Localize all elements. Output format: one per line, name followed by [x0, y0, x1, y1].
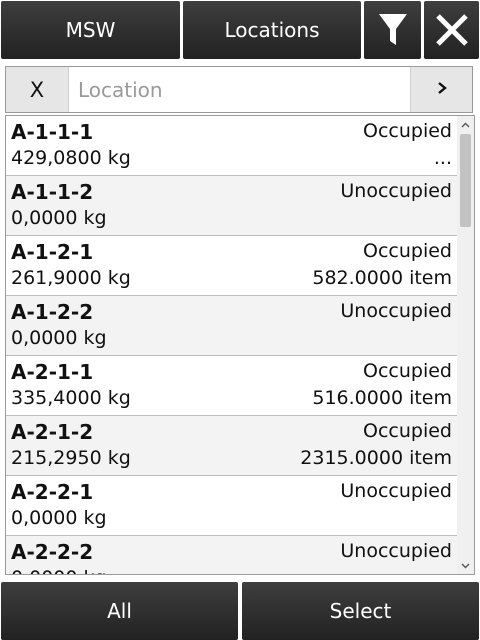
- scroll-down-icon[interactable]: [457, 557, 474, 574]
- location-weight: 0,0000 kg: [11, 327, 107, 349]
- list-scrollbar[interactable]: [457, 116, 474, 574]
- location-row[interactable]: A-1-2-2 Unoccupied 0,0000 kg: [6, 296, 457, 356]
- clear-search-button[interactable]: X: [6, 67, 69, 112]
- location-weight: 261,9000 kg: [11, 267, 131, 289]
- location-list[interactable]: A-1-1-1 Occupied 429,0800 kg ... A-1-1-2…: [5, 115, 475, 575]
- location-name: A-2-1-2: [11, 420, 94, 444]
- location-search-input[interactable]: [70, 67, 410, 112]
- location-quantity: 516.0000 item: [312, 387, 452, 409]
- location-name: A-2-2-2: [11, 540, 94, 564]
- location-row[interactable]: A-1-1-1 Occupied 429,0800 kg ...: [6, 116, 457, 176]
- location-name: A-2-2-1: [11, 480, 94, 504]
- warehouse-button[interactable]: MSW: [1, 1, 180, 59]
- location-status: Occupied: [363, 360, 452, 382]
- location-search-bar: X: [5, 66, 473, 113]
- location-status: Unoccupied: [340, 300, 452, 322]
- location-status: Occupied: [363, 120, 452, 142]
- location-row[interactable]: A-2-1-1 Occupied 335,4000 kg 516.0000 it…: [6, 356, 457, 416]
- all-button-label: All: [107, 599, 132, 623]
- location-name: A-1-1-1: [11, 120, 94, 144]
- locations-button-label: Locations: [224, 18, 320, 42]
- location-quantity: 2315.0000 item: [300, 447, 452, 469]
- scroll-up-icon[interactable]: [457, 116, 474, 133]
- top-toolbar: MSW Locations: [0, 0, 480, 60]
- location-name: A-2-1-1: [11, 360, 94, 384]
- scroll-thumb[interactable]: [460, 134, 471, 227]
- search-go-button[interactable]: [410, 67, 472, 112]
- all-button[interactable]: All: [1, 582, 238, 640]
- location-status: Occupied: [363, 420, 452, 442]
- location-row[interactable]: A-2-2-1 Unoccupied 0,0000 kg: [6, 476, 457, 536]
- location-weight: 0,0000 kg: [11, 207, 107, 229]
- warehouse-button-label: MSW: [65, 18, 116, 42]
- location-row[interactable]: A-1-2-1 Occupied 261,9000 kg 582.0000 it…: [6, 236, 457, 296]
- location-status: Unoccupied: [340, 180, 452, 202]
- location-weight: 335,4000 kg: [11, 387, 131, 409]
- clear-search-label: X: [29, 77, 45, 102]
- location-weight: 429,0800 kg: [11, 147, 131, 169]
- location-weight: 0,0000 kg: [11, 567, 107, 574]
- chevron-right-icon: [436, 80, 448, 99]
- location-weight: 215,2950 kg: [11, 447, 131, 469]
- location-rows: A-1-1-1 Occupied 429,0800 kg ... A-1-1-2…: [6, 116, 457, 574]
- close-icon: [435, 13, 469, 47]
- filter-button[interactable]: [364, 1, 421, 59]
- select-button-label: Select: [329, 599, 392, 623]
- location-name: A-1-1-2: [11, 180, 94, 204]
- location-quantity: 582.0000 item: [312, 267, 452, 289]
- bottom-toolbar: All Select: [0, 580, 480, 640]
- location-weight: 0,0000 kg: [11, 507, 107, 529]
- close-button[interactable]: [424, 1, 479, 59]
- location-status: Unoccupied: [340, 540, 452, 562]
- location-row[interactable]: A-2-2-2 Unoccupied 0,0000 kg: [6, 536, 457, 574]
- location-status: Occupied: [363, 240, 452, 262]
- locations-button[interactable]: Locations: [183, 1, 361, 59]
- location-status: Unoccupied: [340, 480, 452, 502]
- location-quantity: ...: [433, 147, 452, 169]
- location-row[interactable]: A-2-1-2 Occupied 215,2950 kg 2315.0000 i…: [6, 416, 457, 476]
- select-button[interactable]: Select: [242, 582, 479, 640]
- location-name: A-1-2-1: [11, 240, 94, 264]
- filter-icon: [378, 12, 408, 48]
- location-row[interactable]: A-1-1-2 Unoccupied 0,0000 kg: [6, 176, 457, 236]
- location-name: A-1-2-2: [11, 300, 94, 324]
